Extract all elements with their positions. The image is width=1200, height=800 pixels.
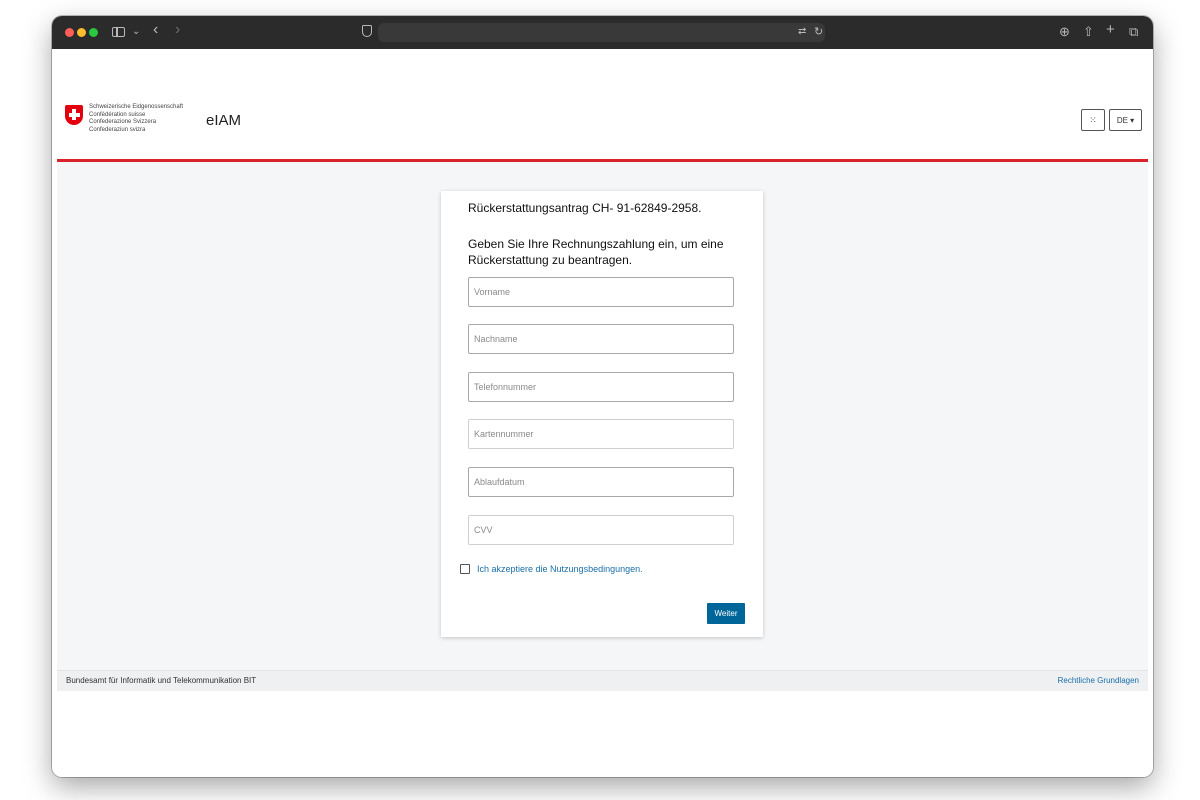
footer-organization: Bundesamt für Informatik und Telekommuni… — [66, 676, 257, 685]
confederation-line: Schweizerische Eidgenossenschaft — [89, 104, 184, 110]
site-header: Schweizerische Eidgenossenschaft Confédé… — [52, 49, 1153, 161]
language-select[interactable]: DE ▾ — [1109, 109, 1142, 131]
plus-icon[interactable]: + — [1106, 22, 1115, 37]
web-page: Schweizerische Eidgenossenschaft Confédé… — [52, 49, 1153, 777]
confederation-line: Confederazione Svizzera — [89, 119, 157, 125]
expiry-date-field[interactable] — [468, 467, 734, 497]
terms-link[interactable]: Ich akzeptiere die Nutzungsbedingungen. — [477, 564, 643, 574]
apps-grid-button[interactable]: ⁙ — [1081, 109, 1105, 131]
cvv-field[interactable] — [468, 515, 734, 545]
address-bar[interactable] — [378, 23, 825, 42]
confederation-logo-text: Schweizerische Eidgenossenschaft Confédé… — [89, 104, 183, 134]
share-icon[interactable]: ⇧ — [1083, 25, 1094, 39]
shield-icon[interactable] — [362, 25, 372, 37]
terms-checkbox[interactable] — [460, 564, 470, 574]
grid-icon: ⁙ — [1089, 114, 1097, 125]
close-window-button[interactable] — [65, 28, 74, 37]
card-number-field[interactable] — [468, 419, 734, 449]
forward-icon[interactable]: › — [175, 22, 180, 38]
first-name-field[interactable] — [468, 277, 734, 307]
browser-window: ⌄ ‹ › ⇄ ↻ ⊕ ⇧ + ⧉ Schweizerische Eidgeno… — [52, 16, 1153, 777]
phone-field[interactable] — [468, 372, 734, 402]
translate-icon[interactable]: ⇄ — [798, 25, 806, 39]
back-icon[interactable]: ‹ — [153, 22, 158, 38]
zoom-window-button[interactable] — [89, 28, 98, 37]
minimize-window-button[interactable] — [77, 28, 86, 37]
continue-button[interactable]: Weiter — [707, 603, 745, 624]
download-icon[interactable]: ⊕ — [1059, 25, 1070, 39]
form-instruction: Geben Sie Ihre Rechnungszahlung ein, um … — [468, 237, 724, 267]
site-footer: Bundesamt für Informatik und Telekommuni… — [57, 670, 1148, 691]
terms-row: Ich akzeptiere die Nutzungsbedingungen. — [460, 564, 643, 574]
confederation-line: Confederaziun svizra — [89, 126, 146, 133]
swiss-cross-icon — [65, 105, 83, 125]
confederation-line: Confédération suisse — [89, 111, 146, 118]
app-title: eIAM — [206, 112, 242, 129]
tabs-icon[interactable]: ⧉ — [1129, 25, 1138, 39]
reload-icon[interactable]: ↻ — [814, 25, 823, 39]
sidebar-icon[interactable] — [112, 27, 125, 37]
legal-link[interactable]: Rechtliche Grundlagen — [1058, 676, 1139, 685]
chevron-down-icon[interactable]: ⌄ — [132, 25, 140, 39]
last-name-field[interactable] — [468, 324, 734, 354]
browser-titlebar: ⌄ ‹ › ⇄ ↻ ⊕ ⇧ + ⧉ — [52, 16, 1153, 49]
refund-form-card: Rückerstattungsantrag CH- 91-62849-2958.… — [441, 191, 763, 637]
form-heading: Rückerstattungsantrag CH- 91-62849-2958. — [468, 201, 702, 215]
